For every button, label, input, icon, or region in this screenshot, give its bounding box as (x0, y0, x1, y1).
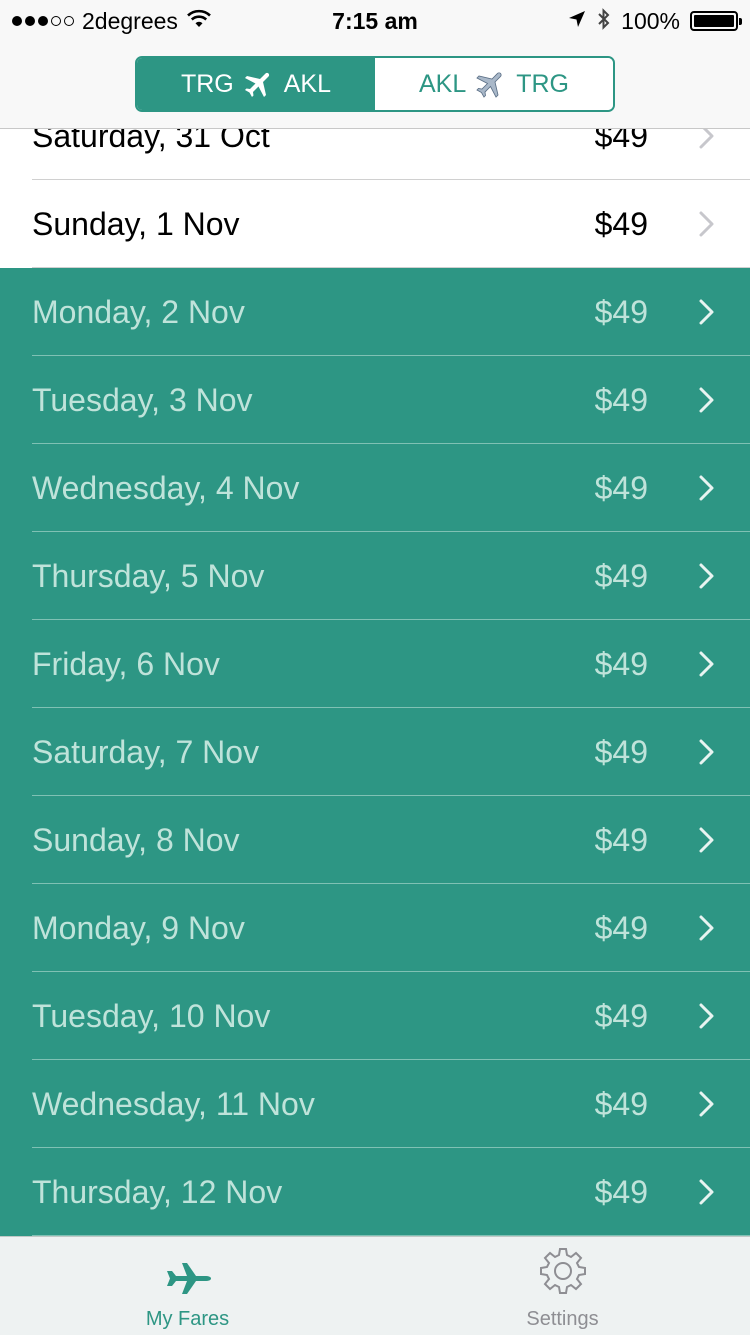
fare-row[interactable]: Friday, 6 Nov $49 (0, 620, 750, 708)
fare-date: Wednesday, 11 Nov (32, 1085, 315, 1122)
chevron-right-icon (694, 1003, 720, 1029)
tab-bar: My Fares Settings (0, 1236, 750, 1335)
bluetooth-icon (597, 7, 611, 36)
route-segmented-control[interactable]: TRG AKL AKL TRG (135, 56, 615, 112)
tab-my-fares-label: My Fares (145, 1308, 230, 1330)
chevron-right-icon (694, 1091, 720, 1117)
fare-date: Monday, 9 Nov (32, 909, 245, 946)
chevron-right-icon (694, 387, 720, 413)
fare-date: Friday, 6 Nov (32, 645, 220, 682)
tab-settings-label: Settings (526, 1308, 599, 1330)
battery-percentage: 100% (621, 7, 680, 34)
fares-list[interactable]: Saturday, 31 Oct $49 Sunday, 1 Nov $49 Monda… (0, 92, 750, 1236)
chevron-right-icon (694, 475, 720, 501)
airplane-icon (163, 1257, 213, 1302)
segment-akl-to-trg[interactable]: AKL TRG (375, 58, 613, 110)
fare-date: Tuesday, 10 Nov (32, 997, 271, 1034)
fare-price: $49 (594, 733, 648, 770)
chevron-right-icon (694, 299, 720, 325)
fare-row[interactable]: Monday, 9 Nov $49 (0, 884, 750, 972)
fare-date: Sunday, 8 Nov (32, 821, 240, 858)
fare-row[interactable]: Saturday, 7 Nov $49 (0, 708, 750, 796)
fare-price: $49 (594, 645, 648, 682)
chevron-right-icon (694, 563, 720, 589)
fare-date: Thursday, 5 Nov (32, 557, 265, 594)
navigation-header: 2degrees 7:15 am 100% TRG AKL AKL TRG (0, 0, 750, 129)
fare-row[interactable]: Thursday, 5 Nov $49 (0, 532, 750, 620)
fare-date: Sunday, 1 Nov (32, 205, 240, 242)
fare-row[interactable]: Tuesday, 3 Nov $49 (0, 356, 750, 444)
status-bar: 2degrees 7:15 am 100% (0, 0, 750, 40)
chevron-right-icon (694, 827, 720, 853)
fare-row[interactable]: Wednesday, 4 Nov $49 (0, 444, 750, 532)
fare-price: $49 (594, 557, 648, 594)
fare-price: $49 (594, 293, 648, 330)
fare-price: $49 (594, 205, 648, 242)
fare-price: $49 (594, 997, 648, 1034)
tab-my-fares[interactable]: My Fares (0, 1237, 375, 1335)
fare-row[interactable]: Wednesday, 11 Nov $49 (0, 1060, 750, 1148)
chevron-right-icon (694, 211, 720, 237)
fare-price: $49 (594, 381, 648, 418)
fare-date: Wednesday, 4 Nov (32, 469, 300, 506)
fare-price: $49 (594, 909, 648, 946)
chevron-right-icon (694, 915, 720, 941)
airplane-icon (474, 67, 508, 101)
status-bar-right: 100% (567, 6, 742, 36)
segment-right-from: AKL (418, 69, 467, 98)
battery-icon (690, 11, 742, 31)
segment-left-to: AKL (283, 69, 332, 98)
fare-price: $49 (594, 469, 648, 506)
fare-date: Saturday, 7 Nov (32, 733, 260, 770)
segment-trg-to-akl[interactable]: TRG AKL (137, 58, 375, 110)
gear-icon (537, 1245, 589, 1302)
fare-date: Monday, 2 Nov (32, 293, 245, 330)
fare-row[interactable]: Thursday, 12 Nov $49 (0, 1148, 750, 1236)
tab-settings[interactable]: Settings (375, 1237, 750, 1335)
segment-right-to: TRG (516, 69, 570, 98)
location-arrow-icon (567, 9, 587, 34)
chevron-right-icon (694, 739, 720, 765)
fare-row[interactable]: Tuesday, 10 Nov $49 (0, 972, 750, 1060)
fare-price: $49 (594, 1085, 648, 1122)
fare-price: $49 (594, 1173, 648, 1210)
fare-row[interactable]: Sunday, 8 Nov $49 (0, 796, 750, 884)
segment-left-from: TRG (180, 69, 234, 98)
airplane-icon (242, 67, 276, 101)
chevron-right-icon (694, 1179, 720, 1205)
fare-price: $49 (594, 821, 648, 858)
chevron-right-icon (694, 651, 720, 677)
fare-date: Tuesday, 3 Nov (32, 381, 253, 418)
fare-row[interactable]: Monday, 2 Nov $49 (0, 268, 750, 356)
fare-row[interactable]: Sunday, 1 Nov $49 (0, 180, 750, 268)
fare-date: Thursday, 12 Nov (32, 1173, 283, 1210)
